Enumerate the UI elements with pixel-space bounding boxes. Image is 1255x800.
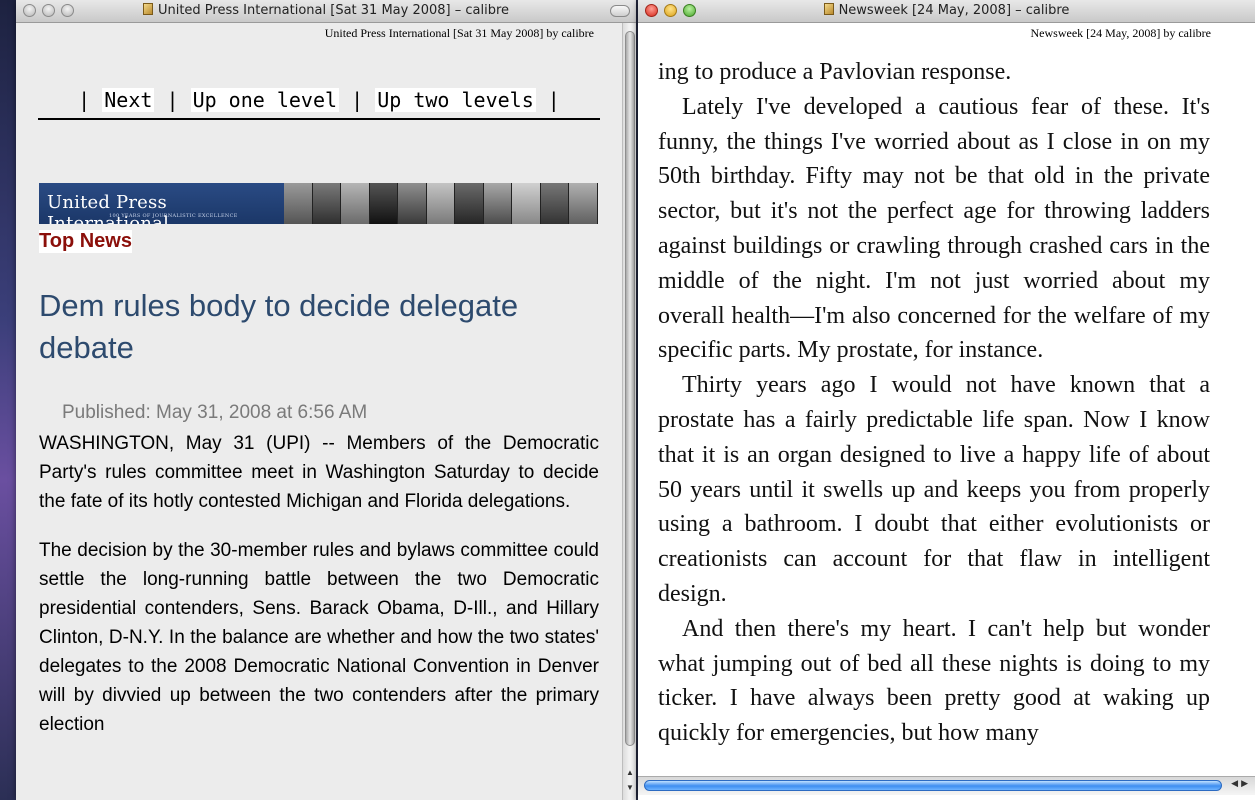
document-icon — [823, 3, 834, 15]
banner-photo — [569, 183, 598, 224]
banner-photo — [341, 183, 370, 224]
minimize-button[interactable] — [42, 4, 55, 17]
banner-photo — [312, 183, 342, 224]
nav-separator: | — [547, 88, 560, 112]
window-controls — [645, 4, 696, 17]
navigation-bar: | Next | Up one level | Up two levels | — [38, 88, 600, 120]
banner-photo — [398, 183, 427, 224]
window-title: United Press International [Sat 31 May 2… — [157, 3, 510, 18]
newsweek-reader-window: Newsweek [24 May, 2008] – calibre Newswe… — [638, 0, 1255, 800]
book-paragraph: Lately I've developed a cautious fear of… — [658, 93, 1210, 364]
page-header: Newsweek [24 May, 2008] by calibre — [1030, 26, 1212, 40]
desktop-background — [0, 0, 16, 800]
scroll-arrows: ◀▶ — [1231, 778, 1251, 789]
published-date: Published: May 31, 2008 at 6:56 AM — [62, 402, 368, 423]
article-body: WASHINGTON, May 31 (UPI) -- Members of t… — [39, 429, 599, 759]
banner-photo — [483, 183, 513, 224]
close-button[interactable] — [645, 4, 658, 17]
vertical-scroll-thumb[interactable] — [625, 31, 635, 746]
article-headline: Dem rules body to decide delegate debate — [39, 288, 519, 365]
banner-photo — [426, 183, 456, 224]
zoom-button[interactable] — [683, 4, 696, 17]
upi-logo: United Press International 100 YEARS OF … — [39, 183, 284, 224]
book-text: ing to produce a Pavlovian response. Lat… — [658, 55, 1210, 751]
page-header: United Press International [Sat 31 May 2… — [324, 26, 594, 40]
scroll-left-arrow-icon[interactable]: ◀ — [1231, 778, 1241, 788]
banner-photo — [512, 183, 541, 224]
horizontal-scrollbar[interactable]: ◀▶ — [638, 776, 1255, 795]
scroll-right-arrow-icon[interactable]: ▶ — [1241, 778, 1251, 788]
window-controls — [23, 4, 74, 17]
book-paragraph: ing to produce a Pavlovian response. — [658, 59, 1012, 85]
titlebar[interactable]: Newsweek [24 May, 2008] – calibre — [638, 0, 1255, 23]
banner-photo — [284, 183, 313, 224]
titlebar[interactable]: United Press International [Sat 31 May 2… — [16, 0, 636, 23]
upi-logo-tagline: 100 YEARS OF JOURNALISTIC EXCELLENCE — [109, 213, 238, 219]
book-paragraph: Thirty years ago I would not have known … — [658, 372, 1210, 607]
banner-photo — [540, 183, 570, 224]
scroll-up-arrow-icon[interactable]: ▲ — [625, 768, 635, 777]
minimize-button[interactable] — [664, 4, 677, 17]
close-button[interactable] — [23, 4, 36, 17]
document-icon — [142, 3, 153, 15]
banner-photo — [455, 183, 484, 224]
nav-separator: | — [78, 88, 91, 112]
banner-photo — [369, 183, 399, 224]
nav-separator: | — [351, 88, 364, 112]
section-label: Top News — [39, 230, 132, 253]
horizontal-scroll-thumb[interactable] — [644, 780, 1222, 791]
next-link[interactable]: Next — [102, 88, 155, 112]
book-paragraph: And then there's my heart. I can't help … — [658, 615, 1210, 747]
up-one-level-link[interactable]: Up one level — [190, 88, 340, 112]
article-paragraph: WASHINGTON, May 31 (UPI) -- Members of t… — [39, 433, 599, 512]
article-paragraph: The decision by the 30-member rules and … — [39, 540, 599, 735]
up-two-levels-link[interactable]: Up two levels — [375, 88, 536, 112]
zoom-button[interactable] — [61, 4, 74, 17]
nav-separator: | — [166, 88, 179, 112]
banner-photo-strip — [284, 183, 598, 224]
vertical-scrollbar[interactable]: ▲ ▼ — [622, 23, 636, 800]
toolbar-toggle-button[interactable] — [610, 5, 630, 17]
upi-reader-window: United Press International [Sat 31 May 2… — [16, 0, 636, 800]
scroll-down-arrow-icon[interactable]: ▼ — [625, 783, 635, 792]
upi-logo-name: United Press International — [47, 192, 170, 224]
upi-banner: United Press International 100 YEARS OF … — [39, 183, 598, 224]
window-title: Newsweek [24 May, 2008] – calibre — [838, 3, 1070, 18]
